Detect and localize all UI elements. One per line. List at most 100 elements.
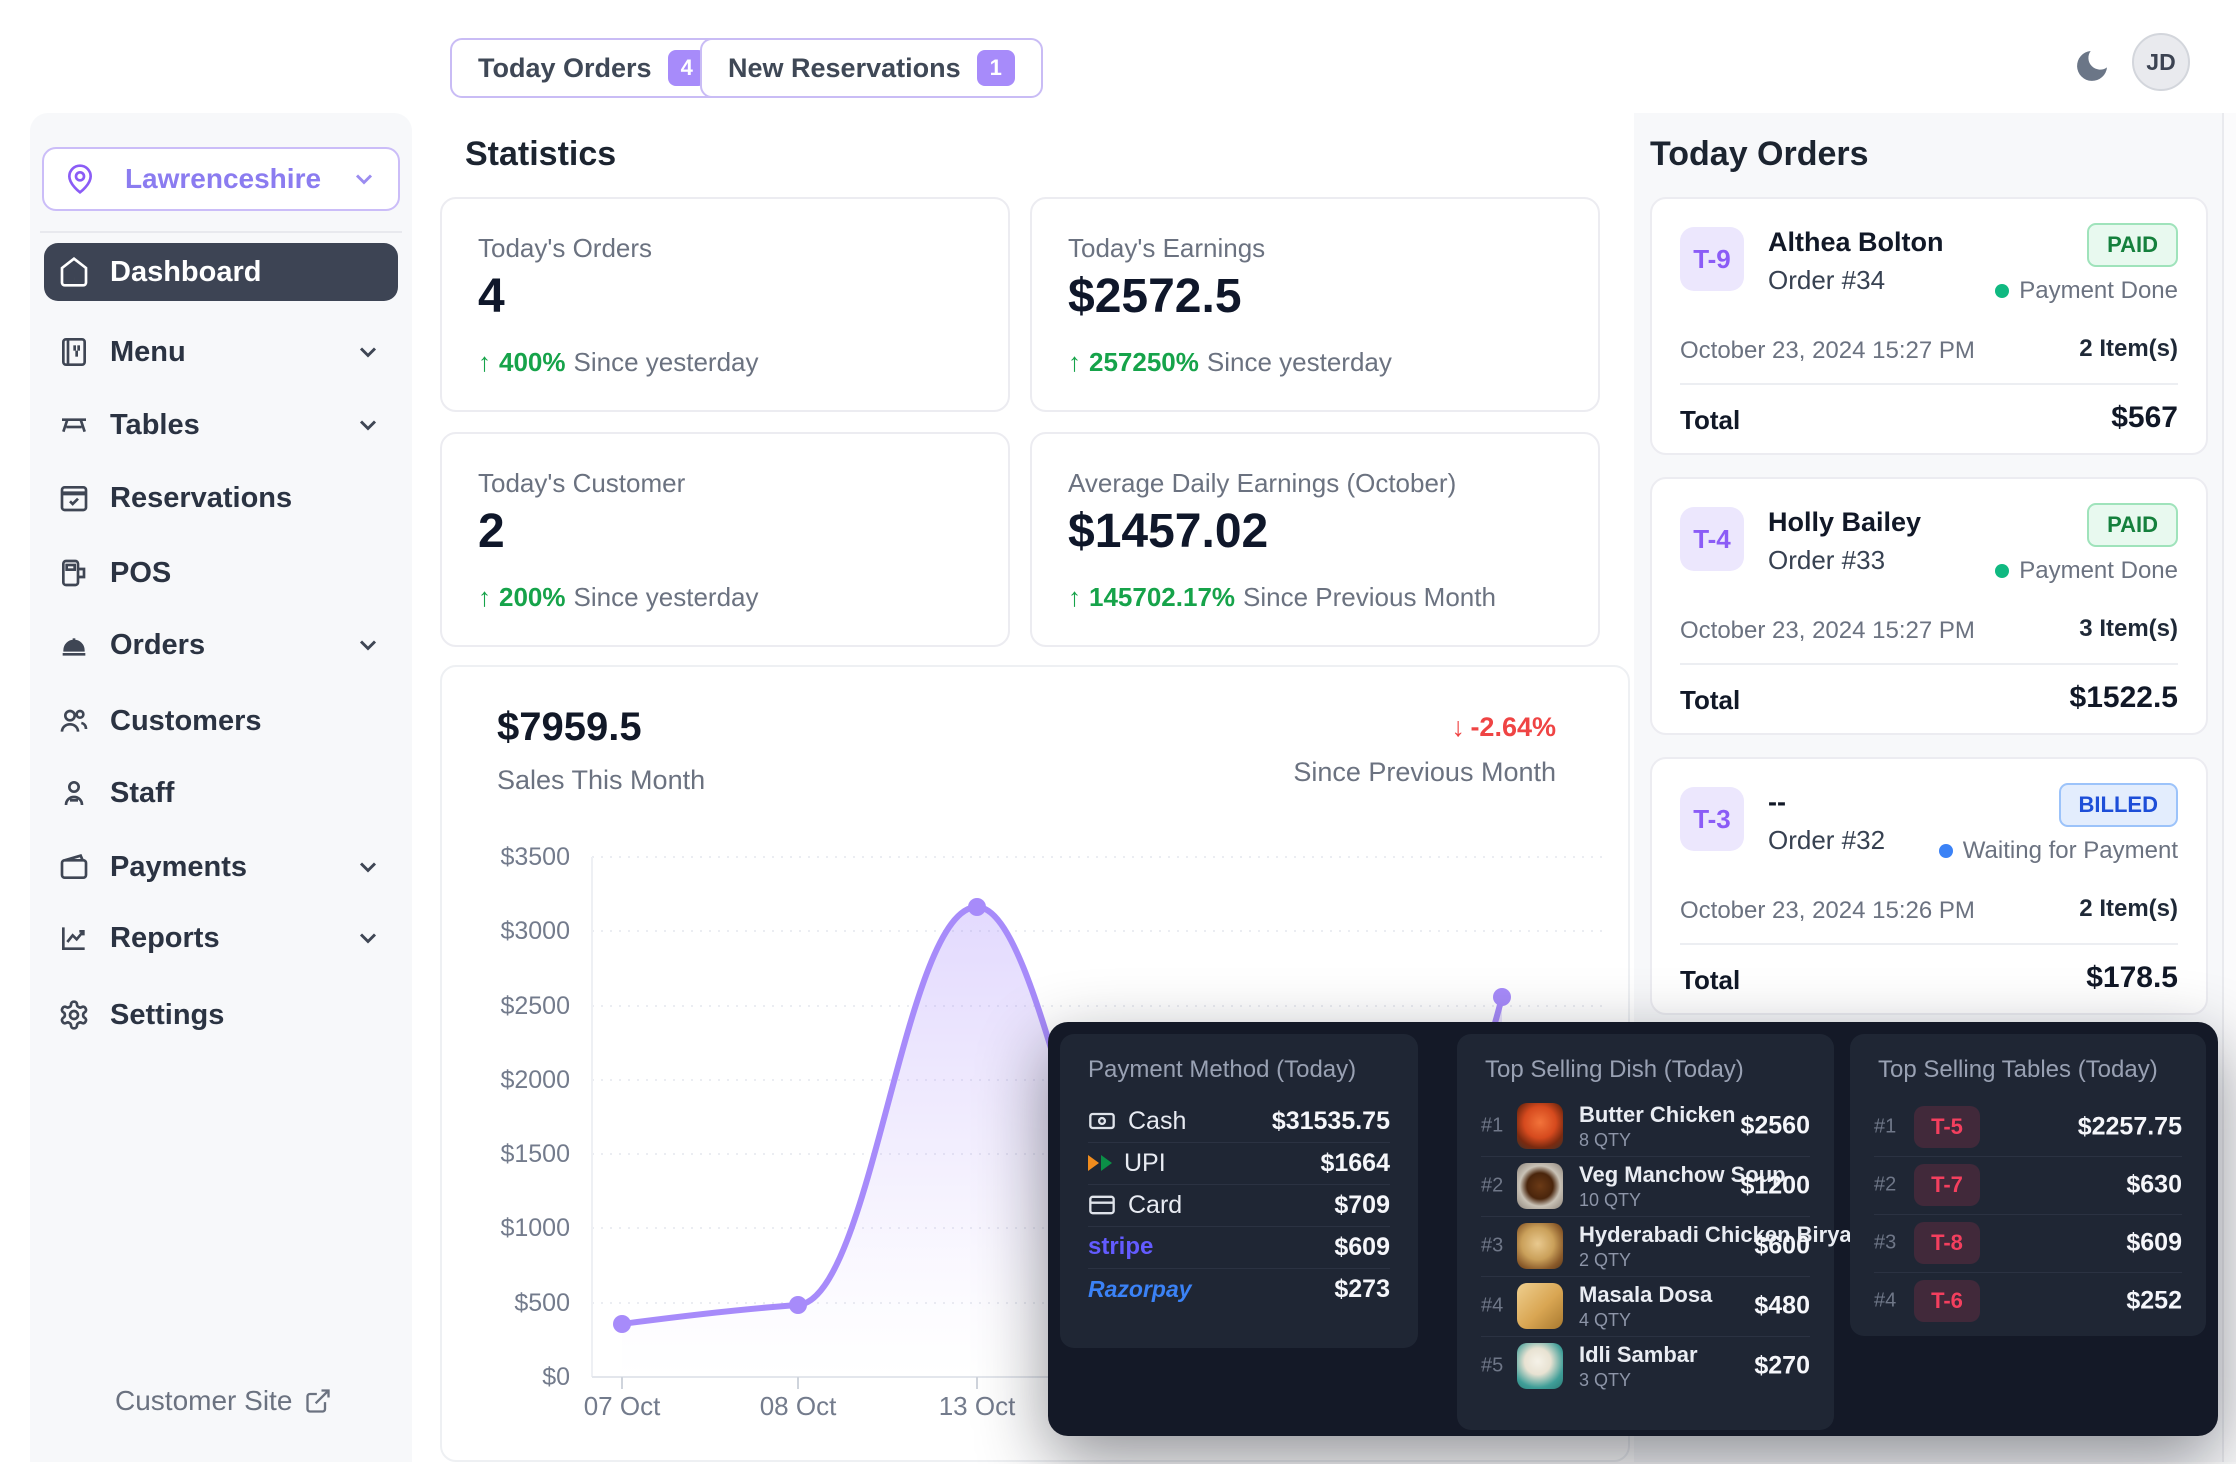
up-arrow-icon: ↑	[1068, 582, 1081, 613]
chevron-down-icon	[354, 924, 382, 952]
sidebar-item-staff[interactable]: Staff	[44, 764, 398, 822]
order-date: October 23, 2024 15:27 PM	[1680, 337, 1975, 365]
table-value: $2257.75	[2078, 1113, 2182, 1142]
rank-label: #2	[1481, 1175, 1503, 1198]
y-axis-labels: $3500 $3000 $2500 $2000 $1500 $1000 $500…	[500, 843, 570, 1391]
table-badge: T-5	[1914, 1106, 1980, 1148]
dish-value: $270	[1754, 1352, 1810, 1381]
statistics-heading: Statistics	[465, 135, 616, 174]
status-dot	[1995, 284, 2009, 298]
cloche-icon	[58, 629, 90, 661]
calendar-check-icon	[58, 482, 90, 514]
chevron-down-icon	[354, 338, 382, 366]
sidebar-item-label: Staff	[110, 777, 174, 810]
stat-delta-note: Since yesterday	[574, 347, 759, 378]
payment-method-value: $709	[1334, 1191, 1390, 1220]
svg-text:$3000: $3000	[500, 917, 570, 945]
staff-icon	[58, 777, 90, 809]
total-value: $178.5	[2086, 961, 2178, 995]
svg-text:08 Oct: 08 Oct	[760, 1391, 837, 1421]
today-orders-button[interactable]: Today Orders 4	[450, 38, 734, 98]
order-number: Order #34	[1768, 265, 1885, 296]
summary-overlay: Payment Method (Today) Cash $31535.75 UP…	[1048, 1022, 2218, 1436]
new-reservations-count-badge: 1	[977, 50, 1015, 86]
rank-label: #3	[1481, 1235, 1503, 1258]
sidebar-item-reports[interactable]: Reports	[44, 909, 398, 967]
table-badge: T-8	[1914, 1222, 1980, 1264]
payment-method-label: UPI	[1124, 1149, 1166, 1178]
status-note: Waiting for Payment	[1963, 837, 2178, 865]
table-icon	[58, 409, 90, 441]
sidebar-item-pos[interactable]: POS	[44, 544, 398, 602]
user-avatar[interactable]: JD	[2132, 33, 2190, 91]
stat-value: 4	[478, 269, 505, 324]
svg-text:$500: $500	[514, 1289, 570, 1317]
customer-site-link[interactable]: Customer Site	[115, 1385, 332, 1417]
moon-icon	[2072, 46, 2112, 86]
sidebar-item-reservations[interactable]: Reservations	[44, 469, 398, 527]
sidebar-item-label: Dashboard	[110, 256, 261, 289]
payment-method-title: Payment Method (Today)	[1088, 1056, 1356, 1084]
dish-image	[1517, 1283, 1563, 1329]
sidebar-item-settings[interactable]: Settings	[44, 986, 398, 1044]
sidebar-item-tables[interactable]: Tables	[44, 396, 398, 454]
dish-qty: 4 QTY	[1579, 1310, 1631, 1331]
map-pin-icon	[64, 163, 96, 195]
payment-row: Cash $31535.75	[1088, 1100, 1390, 1142]
gear-icon	[58, 999, 90, 1031]
up-arrow-icon: ↑	[478, 582, 491, 613]
order-card[interactable]: T-9 Althea Bolton Order #34 PAID Payment…	[1650, 197, 2208, 455]
table-row: #3 T-8 $609	[1874, 1214, 2182, 1272]
svg-text:13 Oct: 13 Oct	[939, 1391, 1016, 1421]
sidebar-item-label: Orders	[110, 629, 205, 662]
location-selector[interactable]: Lawrenceshire	[42, 147, 400, 211]
home-icon	[58, 256, 90, 288]
dish-name: Idli Sambar	[1579, 1342, 1698, 1368]
order-items-count: 2 Item(s)	[2079, 335, 2178, 363]
sidebar-item-menu[interactable]: Menu	[44, 323, 398, 381]
divider	[1680, 943, 2178, 945]
sidebar-divider	[40, 231, 402, 233]
payment-method-label: Card	[1128, 1191, 1182, 1220]
status-dot	[1995, 564, 2009, 578]
svg-text:$2500: $2500	[500, 992, 570, 1020]
dish-qty: 3 QTY	[1579, 1370, 1631, 1391]
stat-label: Average Daily Earnings (October)	[1068, 468, 1456, 499]
top-selling-tables-card: Top Selling Tables (Today) #1 T-5 $2257.…	[1850, 1034, 2206, 1336]
dish-image	[1517, 1103, 1563, 1149]
new-reservations-button[interactable]: New Reservations 1	[700, 38, 1043, 98]
table-badge: T-3	[1680, 787, 1744, 851]
sidebar-item-orders[interactable]: Orders	[44, 616, 398, 674]
sidebar-item-payments[interactable]: Payments	[44, 838, 398, 896]
order-card[interactable]: T-3 -- Order #32 BILLED Waiting for Paym…	[1650, 757, 2208, 1015]
credit-card-icon	[1088, 1191, 1116, 1219]
stat-card-todays-earnings: Today's Earnings $2572.5 ↑257250%Since y…	[1030, 197, 1600, 412]
payment-method-value: $1664	[1320, 1149, 1390, 1178]
order-date: October 23, 2024 15:27 PM	[1680, 617, 1975, 645]
rank-label: #1	[1481, 1115, 1503, 1138]
dish-qty: 8 QTY	[1579, 1130, 1631, 1151]
dish-value: $2560	[1740, 1112, 1810, 1141]
stat-label: Today's Earnings	[1068, 233, 1265, 264]
dish-row: #1 Butter Chicken 8 QTY $2560	[1481, 1096, 1810, 1156]
dish-name: Hyderabadi Chicken Biryani	[1579, 1222, 1871, 1248]
up-arrow-icon: ↑	[478, 347, 491, 378]
dish-row: #3 Hyderabadi Chicken Biryani 2 QTY $600	[1481, 1216, 1810, 1276]
order-items-count: 3 Item(s)	[2079, 615, 2178, 643]
menu-book-icon	[58, 336, 90, 368]
dish-name: Butter Chicken	[1579, 1102, 1735, 1128]
stat-delta: 257250%	[1089, 347, 1199, 378]
payment-method-value: $609	[1334, 1233, 1390, 1262]
dark-mode-toggle[interactable]	[2072, 46, 2112, 86]
rank-label: #4	[1874, 1290, 1896, 1313]
rank-label: #5	[1481, 1355, 1503, 1378]
customer-name: Holly Bailey	[1768, 507, 1921, 538]
sidebar-item-dashboard[interactable]: Dashboard	[44, 243, 398, 301]
stat-delta: 145702.17%	[1089, 582, 1235, 613]
order-card[interactable]: T-4 Holly Bailey Order #33 PAID Payment …	[1650, 477, 2208, 735]
sidebar-item-customers[interactable]: Customers	[44, 692, 398, 750]
status-badge: PAID	[2087, 503, 2178, 547]
scrollbar[interactable]	[2222, 113, 2236, 1462]
chevron-down-icon	[350, 165, 378, 193]
sidebar-item-label: Menu	[110, 336, 186, 369]
